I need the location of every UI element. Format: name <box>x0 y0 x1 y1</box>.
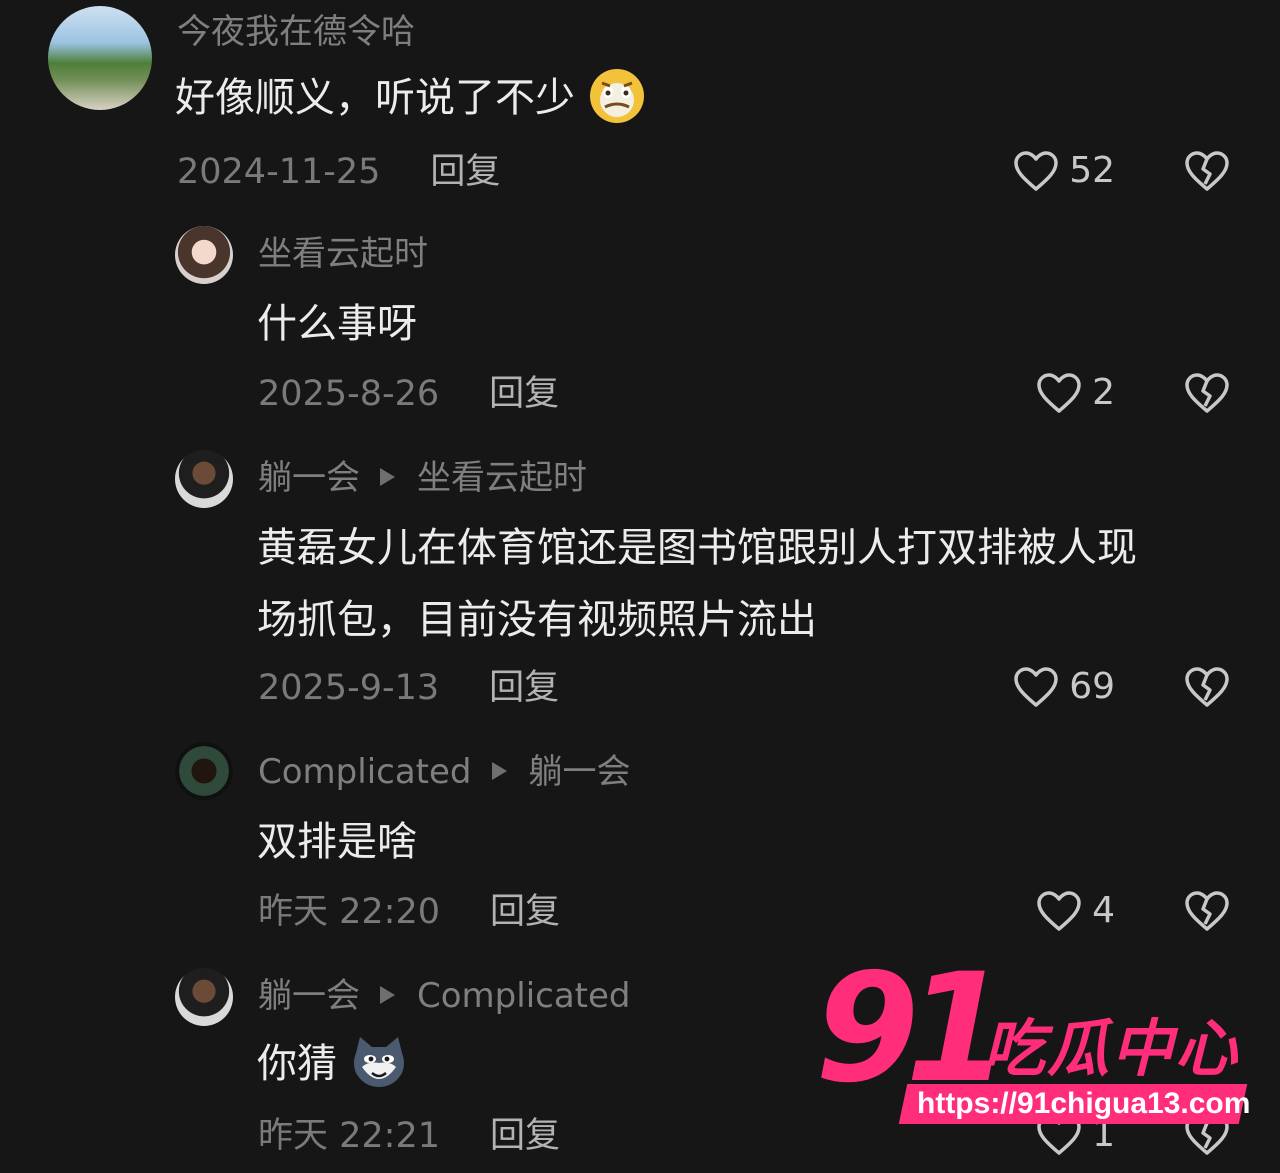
like-count: 4 <box>1092 890 1115 931</box>
comment-time: 昨天 22:21 <box>258 1116 440 1156</box>
comment-time: 2025-9-13 <box>258 668 440 708</box>
like-button[interactable]: 4 <box>1036 890 1115 932</box>
nauseated-face-icon <box>589 69 644 123</box>
reply-arrow-icon <box>380 985 395 1004</box>
comment-item: Complicated 躺一会 双排是啥 昨天 22:20 回复 4 <box>0 738 1280 948</box>
avatar[interactable] <box>175 226 233 284</box>
comment-author[interactable]: 躺一会 Complicated <box>258 976 631 1016</box>
watermark-brand: 吃瓜中心 <box>983 1012 1240 1085</box>
broken-heart-icon[interactable] <box>1184 890 1230 932</box>
reply-button[interactable]: 回复 <box>490 892 560 932</box>
comment-text: 双排是啥 <box>257 819 417 865</box>
like-count: 52 <box>1069 150 1115 191</box>
comment-meta: 2025-9-13 回复 <box>258 668 559 708</box>
avatar[interactable] <box>48 6 152 110</box>
comment-meta: 2024-11-25 回复 <box>177 152 500 192</box>
watermark-url: https://91chigua13.com <box>917 1087 1251 1120</box>
comment-item: 今夜我在德令哈 好像顺义，听说了不少 2024-11-25 回复 52 <box>0 0 1280 210</box>
comment-author[interactable]: 今夜我在德令哈 <box>177 12 415 52</box>
comment-text: 好像顺义，听说了不少 <box>175 62 646 134</box>
broken-heart-icon[interactable] <box>1184 372 1230 414</box>
reply-target: 躺一会 <box>528 752 631 792</box>
comment-author[interactable]: Complicated 躺一会 <box>258 752 631 792</box>
comment-meta: 昨天 22:20 回复 <box>258 892 560 932</box>
like-count: 69 <box>1069 666 1115 707</box>
like-button[interactable]: 52 <box>1013 150 1115 192</box>
cat-face-icon <box>353 1037 404 1087</box>
comment-text: 你猜 <box>257 1028 408 1100</box>
watermark-logo: 91 吃瓜中心 https://91chigua13.com <box>815 954 1255 1142</box>
heart-icon <box>1037 373 1081 413</box>
comment-item: 躺一会 坐看云起时 黄磊女儿在体育馆还是图书馆跟别人打双排被人现 场抓包，目前没有… <box>0 444 1280 714</box>
comment-time: 2024-11-25 <box>177 152 381 192</box>
like-count: 2 <box>1092 372 1115 413</box>
watermark-number: 91 <box>815 942 1010 1116</box>
avatar[interactable] <box>175 742 233 800</box>
watermark-url-banner: https://91chigua13.com <box>898 1084 1251 1124</box>
heart-icon <box>1014 151 1058 191</box>
reply-button[interactable]: 回复 <box>490 1116 560 1156</box>
like-button[interactable]: 2 <box>1036 372 1115 414</box>
comment-time: 昨天 22:20 <box>258 892 440 932</box>
comment-time: 2025-8-26 <box>258 374 440 414</box>
comment-meta: 昨天 22:21 回复 <box>258 1116 560 1156</box>
like-button[interactable]: 69 <box>1013 666 1115 708</box>
comment-meta: 2025-8-26 回复 <box>258 374 559 414</box>
reply-button[interactable]: 回复 <box>430 152 500 192</box>
comment-text: 黄磊女儿在体育馆还是图书馆跟别人打双排被人现 场抓包，目前没有视频照片流出 <box>257 525 1137 643</box>
avatar[interactable] <box>175 450 233 508</box>
broken-heart-icon[interactable] <box>1184 666 1230 708</box>
comment-item: 坐看云起时 什么事呀 2025-8-26 回复 2 <box>0 220 1280 430</box>
comment-text: 什么事呀 <box>257 301 417 347</box>
reply-arrow-icon <box>380 467 395 486</box>
reply-button[interactable]: 回复 <box>489 668 559 708</box>
comment-author[interactable]: 躺一会 坐看云起时 <box>258 458 587 498</box>
reply-target: Complicated <box>417 976 631 1016</box>
reply-arrow-icon <box>491 761 507 780</box>
reply-target: 坐看云起时 <box>417 458 587 498</box>
broken-heart-icon[interactable] <box>1184 150 1230 192</box>
heart-icon <box>1037 891 1081 931</box>
heart-icon <box>1014 667 1058 707</box>
comment-author[interactable]: 坐看云起时 <box>258 234 428 274</box>
reply-button[interactable]: 回复 <box>489 374 559 414</box>
avatar[interactable] <box>175 968 233 1026</box>
